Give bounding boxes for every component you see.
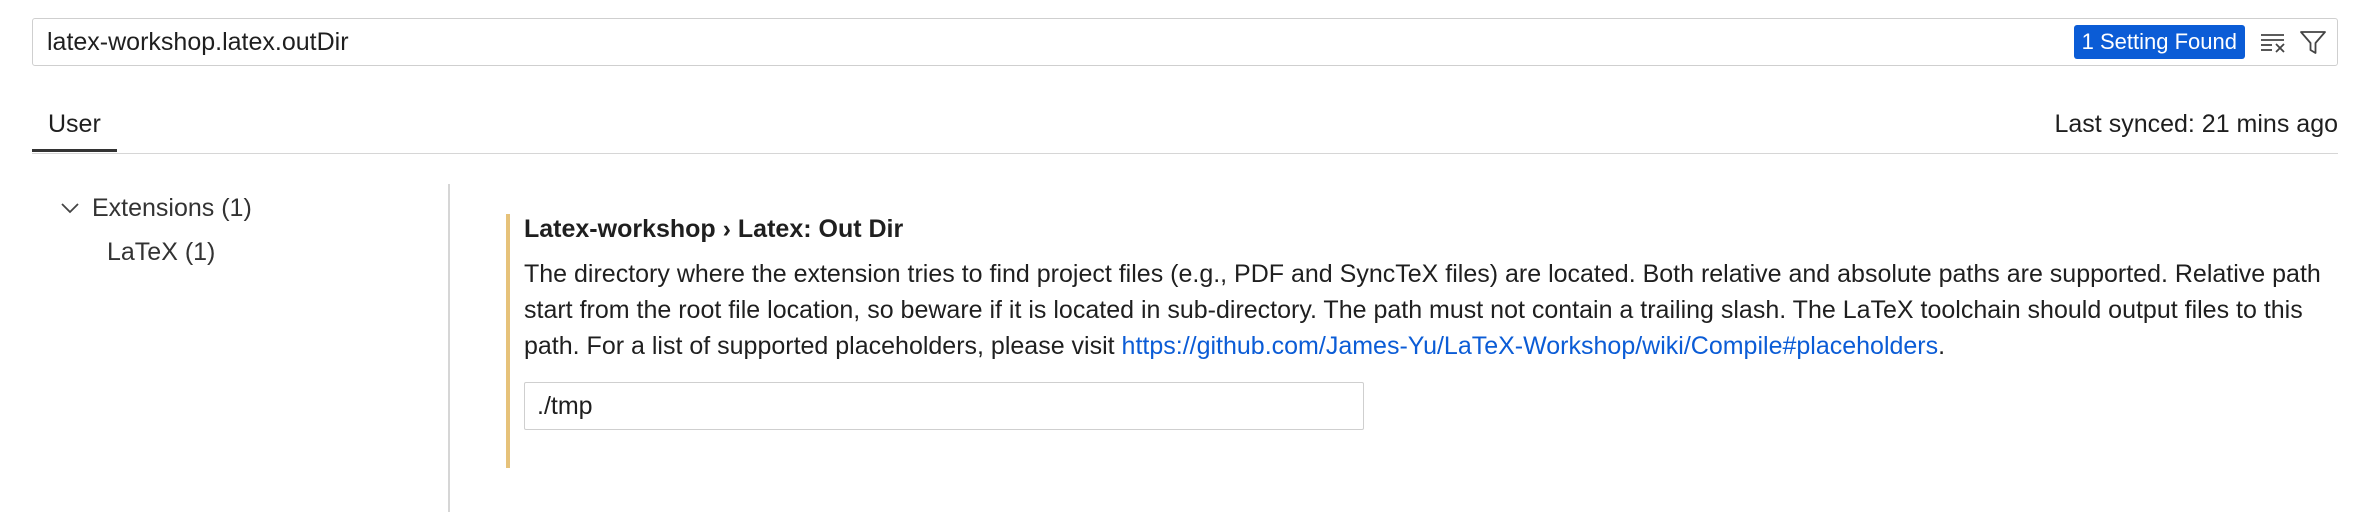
toc-item-latex[interactable]: LaTeX (1)	[32, 230, 442, 274]
modified-indicator	[506, 214, 510, 468]
setting-name: Out Dir	[818, 215, 904, 243]
toc-item-label: LaTeX (1)	[107, 237, 216, 266]
setting-description: The directory where the extension tries …	[524, 256, 2324, 364]
setting-category: Latex-workshop › Latex:	[524, 215, 819, 243]
filter-icon[interactable]	[2297, 26, 2329, 58]
settings-toc: Extensions (1) LaTeX (1)	[32, 186, 442, 274]
toc-group-label: Extensions (1)	[92, 193, 252, 222]
settings-search-input[interactable]	[33, 19, 2074, 65]
results-count-badge: 1 Setting Found	[2073, 25, 2245, 59]
setting-item-out-dir: Latex-workshop › Latex: Out Dir The dire…	[506, 214, 2326, 468]
tab-user[interactable]: User	[32, 96, 117, 152]
setting-description-end: .	[1938, 332, 1946, 360]
sync-status-text: Last synced: 21 mins ago	[2054, 110, 2339, 138]
filter-icon-glyph	[2300, 31, 2326, 54]
clear-filter-icon[interactable]	[2257, 26, 2289, 58]
setting-title: Latex-workshop › Latex: Out Dir	[524, 216, 2326, 242]
clear-filter-icon-glyph	[2261, 34, 2285, 53]
toc-group-extensions[interactable]: Extensions (1)	[32, 186, 442, 230]
out-dir-value-input[interactable]	[524, 382, 1364, 430]
chevron-down-icon[interactable]	[58, 196, 82, 220]
settings-scope-tabbar: User Last synced: 21 mins ago	[32, 96, 2338, 154]
placeholders-link[interactable]: https://github.com/James-Yu/LaTeX-Worksh…	[1122, 332, 1939, 360]
toc-divider	[448, 184, 450, 512]
settings-search-box: 1 Setting Found	[32, 18, 2338, 66]
